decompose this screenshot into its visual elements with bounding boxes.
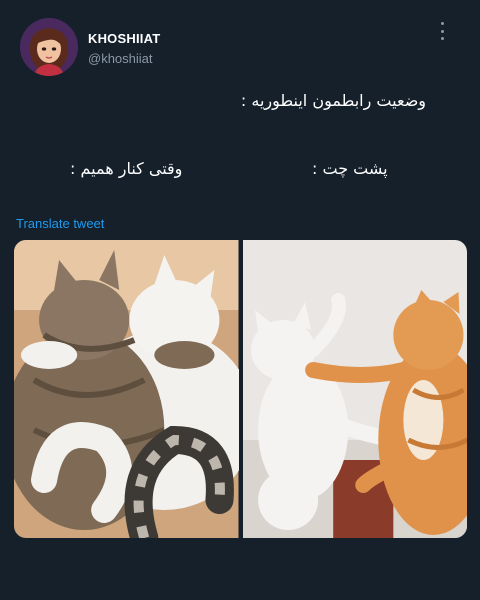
tweet-text-line: وقتی کنار همیم :	[70, 159, 183, 178]
media-grid	[14, 240, 467, 538]
author-display-name[interactable]: KHOSHIIAT	[88, 31, 160, 46]
author-handle[interactable]: @khoshiiat	[88, 51, 153, 66]
translate-tweet-link[interactable]: Translate tweet	[16, 216, 104, 231]
tweet: KHOSHIIAT @khoshiiat وضعیت رابطمون اینطو…	[0, 0, 480, 600]
avatar-illustration-icon	[20, 18, 78, 76]
cats-hugging-image	[14, 240, 239, 538]
tweet-text-line: وضعیت رابطمون اینطوریه :	[240, 91, 426, 110]
author-avatar[interactable]	[20, 18, 78, 76]
photo-cats-hugging[interactable]	[14, 240, 239, 538]
cats-fighting-image	[242, 240, 467, 538]
photo-cats-fighting[interactable]	[242, 240, 467, 538]
vertical-ellipsis-icon[interactable]	[434, 22, 450, 40]
tweet-text-line: پشت چت :	[312, 159, 388, 178]
